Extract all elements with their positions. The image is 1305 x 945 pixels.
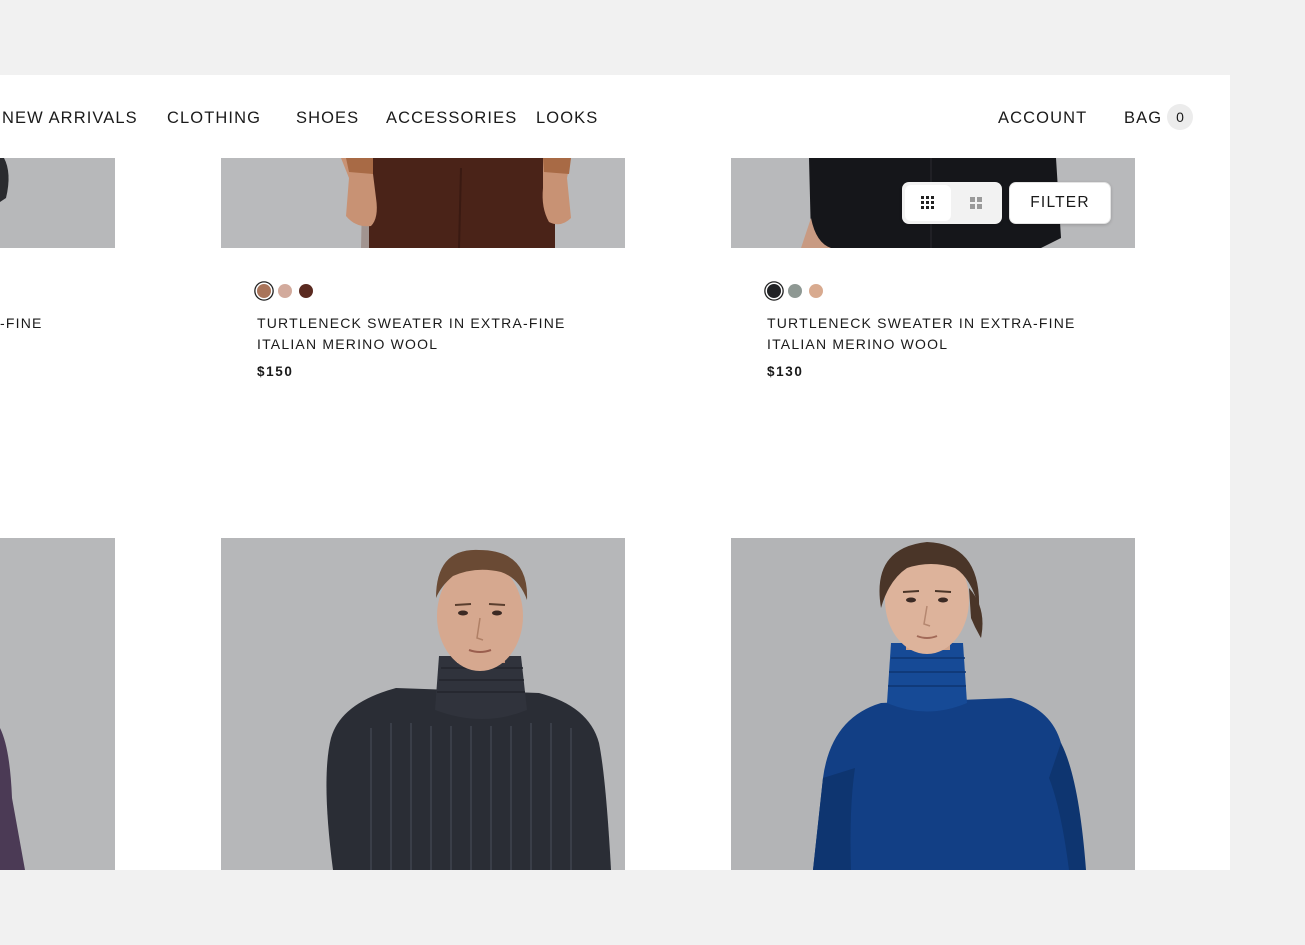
nav-shoes[interactable]: SHOES bbox=[296, 109, 359, 128]
view-toggle bbox=[902, 182, 1002, 224]
swatch-grey[interactable] bbox=[788, 284, 802, 298]
grid-large-icon bbox=[970, 197, 982, 209]
grid-small-icon bbox=[921, 196, 934, 209]
product-photo bbox=[221, 158, 625, 248]
product-name-partial[interactable]: -FINE bbox=[0, 313, 60, 334]
product-price: $130 bbox=[767, 364, 804, 379]
nav-looks[interactable]: LOOKS bbox=[536, 109, 598, 128]
product-name[interactable]: TURTLENECK SWEATER IN EXTRA-FINE ITALIAN… bbox=[767, 313, 1097, 355]
product-photo bbox=[0, 158, 115, 248]
swatch-beige[interactable] bbox=[809, 284, 823, 298]
product-name[interactable]: TURTLENECK SWEATER IN EXTRA-FINE ITALIAN… bbox=[257, 313, 587, 355]
product-price: $150 bbox=[257, 364, 294, 379]
grid-small-view-button[interactable] bbox=[905, 185, 951, 221]
nav-accessories[interactable]: ACCESSORIES bbox=[386, 109, 517, 128]
product-image-charcoal-knit-turtleneck[interactable] bbox=[221, 538, 625, 870]
account-link[interactable]: ACCOUNT bbox=[998, 109, 1087, 128]
page-panel: NEW ARRIVALS CLOTHING SHOES ACCESSORIES … bbox=[0, 75, 1230, 870]
product-photo bbox=[731, 538, 1135, 870]
product-image-partial-left-2[interactable] bbox=[0, 538, 115, 870]
product-image-brown-turtleneck[interactable] bbox=[221, 158, 625, 248]
swatch-black[interactable] bbox=[767, 284, 781, 298]
swatch-brown[interactable] bbox=[299, 284, 313, 298]
swatch-tan[interactable] bbox=[257, 284, 271, 298]
bag-link[interactable]: BAG bbox=[1124, 109, 1162, 128]
product-image-blue-turtleneck[interactable] bbox=[731, 538, 1135, 870]
swatch-pink[interactable] bbox=[278, 284, 292, 298]
grid-large-view-button[interactable] bbox=[953, 185, 999, 221]
bag-count-badge[interactable]: 0 bbox=[1167, 104, 1193, 130]
product-photo bbox=[221, 538, 625, 870]
nav-clothing[interactable]: CLOTHING bbox=[167, 109, 261, 128]
product-photo bbox=[0, 538, 115, 870]
nav-new-arrivals[interactable]: NEW ARRIVALS bbox=[2, 109, 138, 128]
filter-button[interactable]: FILTER bbox=[1009, 182, 1111, 224]
color-swatches bbox=[767, 284, 823, 298]
product-image-partial-left[interactable] bbox=[0, 158, 115, 248]
color-swatches bbox=[257, 284, 313, 298]
